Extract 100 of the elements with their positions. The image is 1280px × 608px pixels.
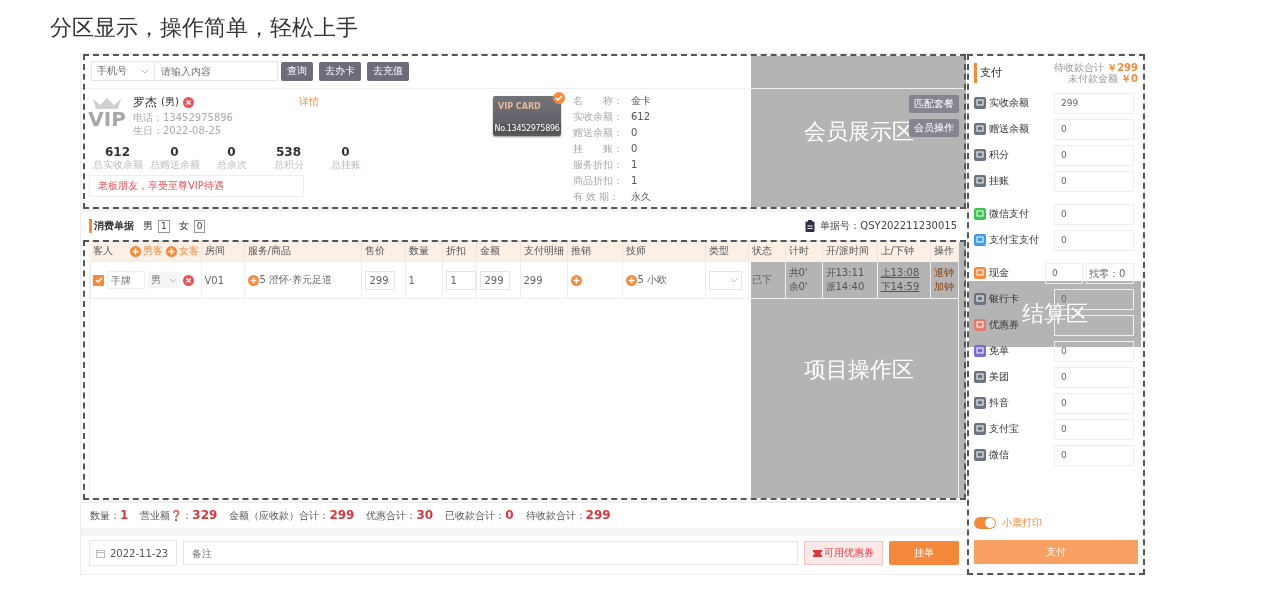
payment-label: 美团 [989, 370, 1010, 384]
info-value: 0 [631, 142, 638, 156]
amount-field[interactable]: 0 [1054, 418, 1134, 440]
operation-link[interactable]: 加钟 [933, 280, 958, 294]
amount-field[interactable]: 0 [1054, 366, 1134, 388]
info-value: 0 [631, 126, 638, 140]
count-label: 男 [143, 219, 153, 233]
calendar-icon [96, 548, 105, 558]
info-value: 1 [631, 158, 638, 172]
type-dropdown[interactable] [708, 270, 742, 290]
amount-field[interactable]: 0 [1054, 229, 1134, 251]
member-name: 罗杰 [133, 93, 157, 111]
search-field[interactable]: 请输入内容 [155, 61, 278, 81]
timer-text: 余0' [788, 280, 809, 294]
payment-label: 积分 [989, 148, 1010, 162]
column-header: 技师 [622, 241, 705, 262]
amount-field[interactable]: 0 [1045, 262, 1083, 284]
remark-field[interactable]: 备注 [183, 541, 798, 565]
amount-field[interactable]: 0 [1054, 118, 1134, 140]
info-label: 赠送余额： [573, 126, 624, 140]
payment-label: 银行卡 [989, 292, 1020, 306]
discount-field[interactable]: 1 [445, 270, 476, 290]
count-box[interactable]: 0 [193, 219, 206, 233]
column-header: 客人 [92, 244, 113, 258]
plus-icon [247, 274, 259, 286]
clipboard-icon [805, 220, 816, 232]
amount-field[interactable]: 0 [1054, 444, 1134, 466]
total-value: 299 [585, 508, 611, 522]
amount-field[interactable]: 299 [479, 270, 510, 290]
remove-icon [183, 274, 194, 286]
info-value: 金卡 [631, 94, 651, 108]
amount-field[interactable]: 0 [1054, 170, 1134, 192]
toggle-label: 小票打印 [1002, 516, 1042, 530]
date-field[interactable]: 2022-11-23 [89, 540, 177, 566]
plus-icon [570, 274, 582, 286]
payment-label: 赠送余额 [989, 122, 1030, 136]
info-label: 实收余额： [573, 110, 624, 124]
unpaid-label: 未付款金额 [1068, 73, 1119, 84]
clock-link[interactable]: 上13:08 [880, 266, 927, 280]
count-box[interactable]: 1 [158, 219, 170, 233]
bill-number: 单据号：QSY202211230015 [820, 219, 957, 233]
stat-value: 0 [169, 145, 180, 159]
total-label: 营业额❓： [140, 509, 193, 523]
service-name: 5 澄怀·养元足道 [259, 274, 333, 285]
column-header: 服务/商品 [244, 241, 361, 262]
column-header: 开/派时间 [822, 241, 877, 262]
info-value: 1 [631, 174, 638, 188]
unpaid-amount: ￥0 [1121, 73, 1138, 84]
operation-link[interactable]: 退钟 [933, 266, 958, 280]
column-header: 类型 [705, 241, 748, 262]
plus-icon [625, 274, 637, 286]
checkbox[interactable] [93, 274, 104, 286]
price-field[interactable]: 299 [364, 270, 395, 290]
clock-link[interactable]: 下14:59 [880, 280, 927, 294]
amount-field[interactable]: 0 [1054, 392, 1134, 414]
time-text: 开13:11 [825, 266, 866, 280]
coupon-button[interactable]: 可用优惠券 [804, 541, 883, 565]
total-label: 已收款合计： [445, 509, 506, 523]
caret-icon [169, 277, 177, 283]
payment-label: 实收余额 [989, 96, 1030, 110]
action-button[interactable]: 去充值 [367, 61, 409, 81]
plus-icon [129, 245, 141, 257]
stat-value: 0 [226, 145, 237, 159]
technician-name: 5 小欧 [637, 274, 668, 285]
count-label: 女 [178, 219, 189, 233]
action-button[interactable]: 去办卡 [319, 61, 361, 81]
member-action-button[interactable]: 会员操作 [909, 119, 959, 137]
filter-dropdown[interactable]: 手机号 [91, 61, 155, 81]
amount-field[interactable]: 0 [1054, 203, 1134, 225]
member-birthday: 生日：2022-08-25 [133, 124, 223, 137]
column-header: 售价 [361, 241, 405, 262]
payment-label: 免单 [989, 344, 1010, 358]
tag-field[interactable]: 手牌 [107, 271, 145, 289]
action-button[interactable]: 查询 [281, 61, 313, 81]
total-label: 待收款合计： [525, 509, 586, 523]
stat-value: 538 [274, 145, 303, 159]
total-value: 329 [192, 508, 218, 522]
info-label: 名 称： [573, 94, 624, 108]
total-label: 数量： [90, 509, 120, 523]
caret-icon [729, 277, 738, 283]
remove-icon [182, 96, 194, 108]
ticket-icon [813, 549, 822, 557]
amount-field[interactable]: 0 [1054, 144, 1134, 166]
total-value: 1 [120, 508, 129, 522]
section-title: 支付 [974, 63, 1002, 83]
crown-icon [92, 97, 122, 109]
info-label: 有 效 期： [573, 190, 621, 204]
gender-dropdown[interactable]: 男 [148, 272, 180, 288]
column-header: 支付明细 [520, 241, 567, 262]
card-title: VIP CARD [497, 101, 542, 111]
column-header: 房间 [201, 241, 244, 262]
amount-field[interactable]: 0 [1054, 340, 1134, 362]
due-amount: ￥299 [1107, 62, 1138, 73]
member-action-button[interactable]: 匹配套餐 [909, 95, 959, 113]
plus-icon [165, 245, 177, 257]
stat-value: 0 [340, 145, 351, 159]
amount-field[interactable]: 299 [1054, 92, 1134, 114]
print-toggle[interactable] [974, 517, 996, 529]
column-header: 状态 [748, 241, 785, 262]
column-header: 推销 [567, 241, 622, 262]
